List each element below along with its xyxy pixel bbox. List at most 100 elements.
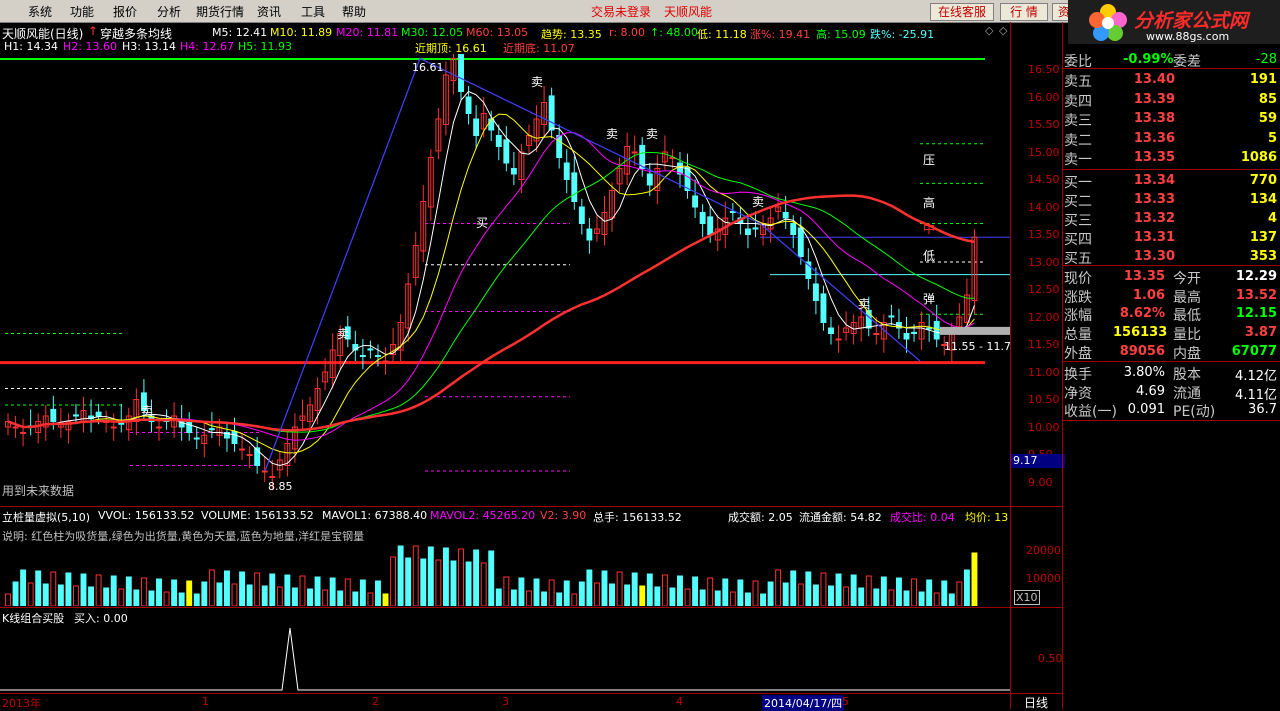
candle — [707, 216, 714, 235]
volume-bar — [322, 589, 329, 606]
volume-bar — [933, 592, 940, 606]
candlestick-chart[interactable] — [0, 54, 1010, 506]
bid-price[interactable]: 13.33 — [1125, 192, 1175, 207]
quote-button[interactable]: 行 情 — [1000, 3, 1048, 21]
stat-value: 1.06 — [1132, 287, 1165, 303]
price-marker: 9.17 — [1010, 454, 1065, 468]
bid-volume: 137 — [1249, 230, 1277, 245]
volume-chart[interactable] — [0, 540, 1010, 606]
low-label: 低 — [923, 249, 936, 263]
volume-bar — [412, 545, 419, 606]
stat-value: 67077 — [1231, 343, 1277, 359]
volume-bar — [941, 580, 948, 606]
volume-bar — [95, 574, 102, 606]
menu-help[interactable]: 帮助 — [342, 3, 366, 20]
bid-volume: 134 — [1249, 192, 1277, 207]
mavol2-value: MAVOL2: 45265.20 — [430, 509, 536, 522]
divider — [1063, 169, 1280, 170]
sell-signal: 卖 — [531, 75, 544, 89]
volume-bar — [888, 589, 895, 606]
candle — [646, 173, 653, 186]
stat-label: 最高 — [1173, 289, 1201, 306]
ask-price[interactable]: 13.40 — [1125, 72, 1175, 87]
stat-value: 13.35 — [1123, 269, 1165, 284]
stat-value: 8.62% — [1119, 306, 1165, 322]
volume-bar — [828, 585, 834, 606]
ask-price[interactable]: 13.36 — [1125, 131, 1175, 146]
bid-volume: 353 — [1249, 249, 1277, 264]
candle — [110, 426, 117, 429]
bid-price[interactable]: 13.34 — [1125, 173, 1175, 188]
online-service-button[interactable]: 在线客服 — [930, 3, 994, 21]
ma10-label: M10: 11.89 — [270, 26, 333, 39]
menu-futures[interactable]: 期货行情 — [196, 3, 244, 20]
volume-bar — [752, 580, 759, 606]
ask-price[interactable]: 13.38 — [1125, 111, 1175, 126]
volume-bar — [284, 574, 291, 606]
menu-analysis[interactable]: 分析 — [157, 3, 181, 20]
volume-bar — [375, 580, 381, 606]
candle — [20, 432, 27, 434]
ask-price[interactable]: 13.35 — [1125, 150, 1175, 165]
volume-bar — [80, 573, 87, 606]
menu-quote[interactable]: 报价 — [113, 3, 137, 20]
volume-bar — [526, 590, 532, 606]
volume-bar — [684, 588, 691, 606]
price-axis-label: 10.50 — [1028, 393, 1060, 406]
volume-bar — [125, 576, 132, 606]
ask-volume: 85 — [1258, 91, 1277, 107]
volume-bar — [903, 590, 910, 606]
price-axis-label: 16.00 — [1028, 90, 1060, 104]
volume-bar — [201, 581, 208, 606]
menu-system[interactable]: 系统 — [28, 3, 52, 20]
volume-bar — [27, 582, 34, 606]
price-axis-label: 13.00 — [1028, 255, 1060, 269]
volume-bar — [42, 583, 49, 606]
expand-icon[interactable]: ◇ — [985, 24, 993, 37]
menu-function[interactable]: 功能 — [70, 3, 94, 20]
volume-bar — [533, 578, 540, 606]
candle — [888, 315, 895, 318]
logo-url[interactable]: www.88gs.com — [1146, 30, 1229, 43]
stat2-label: 股本 — [1173, 367, 1201, 383]
settings-diamond-icon[interactable]: ◇ — [999, 24, 1007, 37]
bid-volume: 770 — [1249, 173, 1277, 188]
amount-value: 成交额: 2.05 — [728, 511, 793, 524]
volume-bar — [193, 593, 200, 606]
sell-signal: 卖 — [337, 327, 350, 341]
ask-volume: 5 — [1267, 130, 1277, 146]
bid-price[interactable]: 13.31 — [1125, 230, 1175, 245]
volume-bar — [367, 592, 374, 606]
volume-bar — [775, 569, 782, 606]
h3-label: H3: 13.14 — [122, 40, 176, 53]
ask-price[interactable]: 13.39 — [1125, 92, 1175, 107]
volume-bar — [5, 593, 11, 606]
bounce-label: 弹 — [923, 292, 936, 306]
divider — [0, 693, 1062, 694]
menu-tools[interactable]: 工具 — [301, 3, 325, 20]
bid-price[interactable]: 13.32 — [1125, 211, 1175, 226]
stat2-value: 4.11亿 — [1235, 387, 1277, 403]
volume-bar — [231, 583, 238, 606]
candle — [95, 411, 102, 417]
price-axis-label: 15.00 — [1028, 145, 1060, 159]
volume-bar — [269, 573, 276, 606]
bid-price[interactable]: 13.30 — [1125, 249, 1175, 264]
volume-bar — [337, 590, 344, 606]
candle — [812, 283, 819, 301]
period-label[interactable]: 日线 — [1024, 694, 1048, 711]
volume-bar — [178, 592, 185, 606]
candle — [208, 428, 215, 431]
candle — [631, 151, 638, 154]
volume-bar — [450, 560, 457, 606]
ma60-label: M60: 13.05 — [466, 26, 529, 39]
volume-bar — [767, 581, 774, 606]
stat-label: 量比 — [1173, 327, 1201, 344]
login-status[interactable]: 交易未登录 — [591, 3, 651, 20]
volume-bar — [744, 592, 751, 606]
volume-bar — [729, 591, 736, 606]
menu-news[interactable]: 资讯 — [257, 3, 281, 20]
indicator-chart[interactable] — [0, 622, 1010, 692]
volume-bar — [805, 571, 812, 606]
stat-label: 现价 — [1064, 271, 1092, 287]
